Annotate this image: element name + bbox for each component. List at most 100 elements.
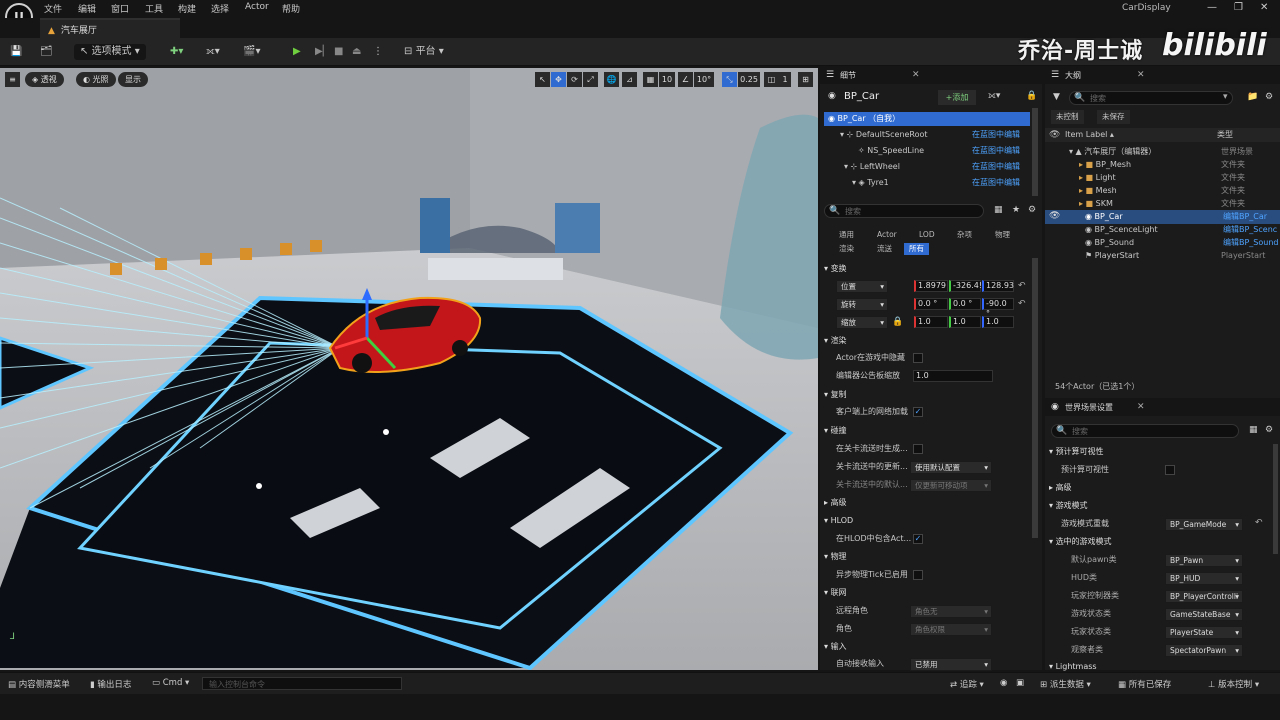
- world-settings-scrollbar[interactable]: [1273, 444, 1278, 554]
- select-tool-icon[interactable]: ↖: [535, 72, 550, 87]
- edit-blueprint-link[interactable]: 编辑BP_Car: [1223, 210, 1267, 224]
- remote-role-dropdown[interactable]: 角色无: [910, 605, 992, 618]
- world-advanced-category[interactable]: ▸ 高级: [1049, 481, 1072, 495]
- derived-data-button[interactable]: ⊞ 派生数据 ▾: [1040, 678, 1091, 690]
- rotation-x-input[interactable]: 0.0 °: [914, 298, 948, 310]
- filter-streaming[interactable]: 流送: [872, 243, 897, 255]
- component-scrollbar[interactable]: [1032, 108, 1038, 196]
- menu-file[interactable]: 文件: [44, 2, 62, 15]
- component-row[interactable]: ✧ NS_SpeedLine: [858, 144, 924, 158]
- edit-in-blueprint-link[interactable]: 在蓝图中编辑: [972, 144, 1020, 158]
- menu-window[interactable]: 窗口: [111, 2, 129, 15]
- output-log-button[interactable]: ▮ 输出日志: [90, 678, 131, 690]
- location-x-input[interactable]: 1.8979: [914, 280, 948, 292]
- hud-class-dropdown[interactable]: BP_HUD: [1165, 572, 1243, 585]
- gen-overlap-checkbox[interactable]: [913, 444, 923, 454]
- visibility-icon[interactable]: 👁: [1049, 211, 1060, 221]
- advanced-category[interactable]: ▸ 高级: [824, 496, 847, 510]
- scale-x-input[interactable]: 1.0: [914, 316, 948, 328]
- hidden-in-game-checkbox[interactable]: [913, 353, 923, 363]
- spectator-dropdown[interactable]: SpectatorPawn: [1165, 644, 1243, 657]
- world-settings-tab[interactable]: ◉ 世界场景设置 ✕: [1045, 400, 1280, 416]
- input-category[interactable]: ▾ 输入: [824, 640, 847, 654]
- component-row[interactable]: ▾ ⊹ LeftWheel: [844, 160, 900, 174]
- location-y-input[interactable]: -326.4!: [949, 280, 982, 292]
- content-drawer-button[interactable]: ▤ 内容侧滑菜单: [8, 678, 70, 690]
- blueprint-options-icon[interactable]: ⟗▾: [988, 91, 1000, 101]
- scale-snap-value[interactable]: 0.25: [738, 72, 760, 87]
- blueprint-icon[interactable]: ⟗▾: [206, 44, 220, 60]
- table-view-icon[interactable]: ▦: [1249, 425, 1258, 435]
- scale-dropdown[interactable]: 缩放: [836, 316, 888, 329]
- reset-location-icon[interactable]: ↶: [1018, 281, 1026, 291]
- network-category[interactable]: ▾ 联网: [824, 586, 847, 600]
- filter-misc[interactable]: 杂项: [952, 229, 977, 241]
- lock-icon[interactable]: 🔒: [1026, 91, 1037, 101]
- rotation-snap-value[interactable]: 10°: [694, 72, 714, 87]
- details-tab[interactable]: ☰ 细节 ✕: [820, 68, 1042, 84]
- selected-game-mode-category[interactable]: ▾ 选中的游戏模式: [1049, 535, 1112, 549]
- unsaved-button[interactable]: 未保存: [1097, 110, 1130, 124]
- perspective-button[interactable]: ◈ 透视: [25, 72, 64, 87]
- filter-physics[interactable]: 物理: [990, 229, 1015, 241]
- outliner-settings-icon[interactable]: ⚙: [1265, 92, 1273, 102]
- outliner-search-input[interactable]: 🔍 搜索 ▾: [1069, 91, 1233, 105]
- role-dropdown[interactable]: 角色权限: [910, 623, 992, 636]
- player-controller-dropdown[interactable]: BP_PlayerControlli: [1165, 590, 1243, 603]
- save-all-button[interactable]: ▦ 所有已保存: [1118, 678, 1171, 690]
- screenshot-icon[interactable]: ▣: [1016, 678, 1024, 688]
- net-load-checkbox[interactable]: ✓: [913, 407, 923, 417]
- rotation-y-input[interactable]: 0.0 °: [949, 298, 981, 310]
- reset-rotation-icon[interactable]: ↶: [1018, 299, 1026, 309]
- source-control-button[interactable]: ⊥ 版本控制 ▾: [1208, 678, 1259, 690]
- game-state-dropdown[interactable]: GameStateBase: [1165, 608, 1243, 621]
- search-dropdown-icon[interactable]: ▾: [1223, 92, 1228, 102]
- edit-blueprint-link[interactable]: 编辑BP_Sound: [1223, 236, 1279, 250]
- rotate-tool-icon[interactable]: ⟳: [567, 72, 582, 87]
- move-tool-icon[interactable]: ✥: [551, 72, 566, 87]
- minimize-icon[interactable]: —: [1207, 2, 1217, 13]
- camera-speed-icon[interactable]: ◫: [764, 72, 779, 87]
- favorite-star-icon[interactable]: ★: [1012, 205, 1020, 215]
- content-browser-icon[interactable]: 🗂: [40, 44, 53, 60]
- menu-edit[interactable]: 编辑: [78, 2, 96, 15]
- collision-category[interactable]: ▾ 碰撞: [824, 424, 847, 438]
- camera-speed-value[interactable]: 1: [779, 72, 791, 87]
- settings-gear-icon[interactable]: ⚙: [1028, 205, 1036, 215]
- replication-category[interactable]: ▾ 复制: [824, 388, 847, 402]
- lighting-button[interactable]: ◐ 光照: [76, 72, 116, 87]
- menu-build[interactable]: 构建: [178, 2, 196, 15]
- edit-in-blueprint-link[interactable]: 在蓝图中编辑: [972, 176, 1020, 190]
- game-mode-override-dropdown[interactable]: BP_GameMode: [1165, 518, 1243, 531]
- precomputed-visibility-category[interactable]: ▾ 预计算可视性: [1049, 445, 1104, 459]
- close-window-icon[interactable]: ✕: [1260, 2, 1268, 13]
- component-row[interactable]: ▾ ⊹ DefaultSceneRoot: [840, 128, 928, 142]
- reset-game-mode-icon[interactable]: ↶: [1255, 518, 1263, 528]
- update-overlap-dropdown[interactable]: 使用默认配置: [910, 461, 992, 474]
- world-space-icon[interactable]: 🌐: [604, 72, 619, 87]
- list-item[interactable]: ▾ ▲ 汽车展厅（编辑器）: [1069, 145, 1156, 159]
- list-item[interactable]: ⚑ PlayerStart: [1085, 249, 1139, 263]
- rotation-dropdown[interactable]: 旋转: [836, 298, 888, 311]
- outliner-tab[interactable]: ☰ 大纲 ✕: [1045, 68, 1280, 84]
- location-dropdown[interactable]: 位置: [836, 280, 888, 293]
- scale-y-input[interactable]: 1.0: [949, 316, 981, 328]
- list-item[interactable]: ▸ ■ Light: [1079, 171, 1116, 185]
- add-component-button[interactable]: +添加: [938, 90, 976, 105]
- more-options-icon[interactable]: ⋮: [373, 44, 383, 60]
- default-update-dropdown[interactable]: 仅更新可移动项: [910, 479, 992, 492]
- level-tab[interactable]: ▲ 汽车展厅: [40, 18, 180, 38]
- filter-actor[interactable]: Actor: [872, 229, 902, 241]
- location-z-input[interactable]: 128.93: [982, 280, 1014, 292]
- edit-blueprint-link[interactable]: 编辑BP_Scenc: [1223, 223, 1277, 237]
- menu-tools[interactable]: 工具: [145, 2, 163, 15]
- console-input[interactable]: 输入控制台命令: [202, 677, 402, 690]
- grid-snap-value[interactable]: 10: [659, 72, 675, 87]
- default-pawn-dropdown[interactable]: BP_Pawn: [1165, 554, 1243, 567]
- type-header[interactable]: 类型: [1217, 128, 1233, 142]
- close-world-settings-icon[interactable]: ✕: [1137, 402, 1145, 412]
- rotation-z-input[interactable]: -90.0 °: [982, 298, 1014, 318]
- menu-select[interactable]: 选择: [211, 2, 229, 15]
- surface-snap-icon[interactable]: ⊿: [622, 72, 637, 87]
- level-viewport[interactable]: ≡ ◈ 透视 ◐ 光照 显示 ↖ ✥ ⟳ ⤢ 🌐 ⊿ ▦ 10 ∠ 10° ⤡ …: [0, 68, 818, 670]
